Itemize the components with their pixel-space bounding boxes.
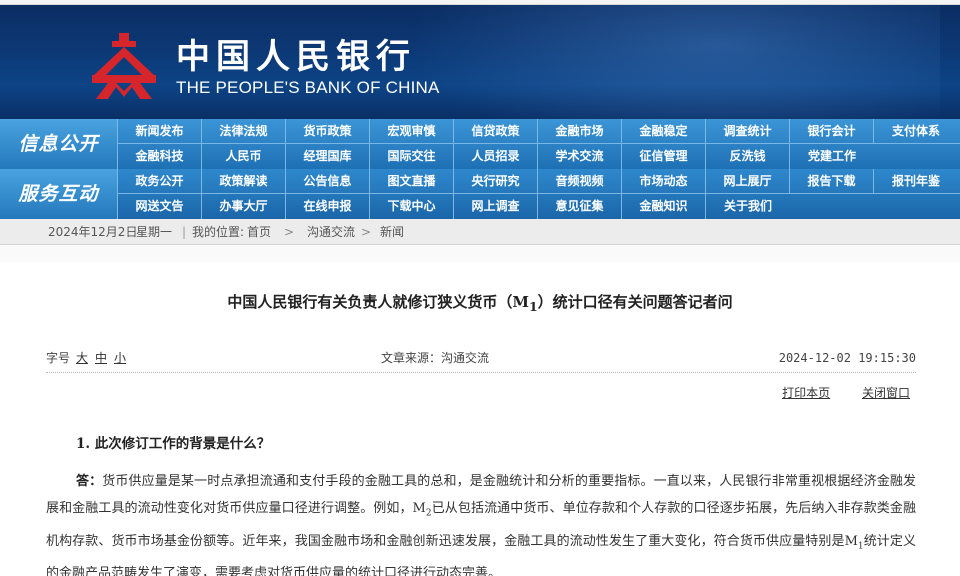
source-value: 沟通交流 [441,351,490,365]
main-nav: 信息公开 新闻发布 法律法规 货币政策 宏观审慎 信贷政策 金融市场 金融稳定 … [0,119,960,219]
nav-item[interactable]: 征信管理 [622,144,706,169]
breadcrumb-news[interactable]: 新闻 [380,219,404,245]
breadcrumb-home[interactable]: 首页 [247,219,271,245]
article: 中国人民银行有关负责人就修订狭义货币（M1）统计口径有关问题答记者问 字号 大 … [30,262,930,576]
nav-item[interactable]: 银行会计 [790,119,874,144]
nav-item[interactable]: 下载中心 [370,194,454,219]
nav-item[interactable]: 支付体系 [874,119,958,144]
nav-item[interactable]: 经理国库 [286,144,370,169]
breadcrumb-communication[interactable]: 沟通交流 [307,219,355,245]
nav-row: 金融科技 人民币 经理国库 国际交往 人员招录 学术交流 征信管理 反洗钱 党建… [118,144,960,169]
font-size-large[interactable]: 大 [76,348,88,368]
pboc-logo-icon [92,33,156,99]
nav-item[interactable]: 信贷政策 [454,119,538,144]
question-heading: 1. 此次修订工作的背景是什么？ [76,436,271,452]
nav-row: 政务公开 政策解读 公告信息 图文直播 央行研究 音频视频 市场动态 网上展厅 … [118,169,960,194]
nav-group-info: 信息公开 新闻发布 法律法规 货币政策 宏观审慎 信贷政策 金融市场 金融稳定 … [0,119,960,169]
nav-item[interactable]: 金融市场 [538,119,622,144]
nav-item[interactable]: 关于我们 [706,194,790,219]
nav-item[interactable]: 学术交流 [538,144,622,169]
nav-item[interactable]: 新闻发布 [118,119,202,144]
title-text: 中国人民银行有关负责人就修订狭义货币（M [227,293,529,311]
nav-item[interactable]: 办事大厅 [202,194,286,219]
breadcrumb: 2024年12月2日 星期一 | 我的位置: 首页 > 沟通交流 > 新闻 [0,219,960,245]
nav-item[interactable]: 在线申报 [286,194,370,219]
nav-item[interactable]: 网上调查 [454,194,538,219]
nav-item[interactable]: 货币政策 [286,119,370,144]
nav-item[interactable]: 党建工作 [790,144,874,169]
chevron-right-icon: > [361,225,372,239]
article-title: 中国人民银行有关负责人就修订狭义货币（M1）统计口径有关问题答记者问 [30,292,930,317]
source-label: 文章来源： [381,351,442,365]
font-size-label: 字号 [46,351,71,365]
nav-item[interactable]: 政策解读 [202,169,286,194]
nav-item[interactable]: 报告下载 [790,169,874,194]
title-text: ）统计口径有关问题答记者问 [537,293,733,311]
breadcrumb-separator: | [182,225,187,239]
nav-item[interactable]: 宏观审慎 [370,119,454,144]
current-weekday: 星期一 [136,225,173,239]
nav-item[interactable]: 网上展厅 [706,169,790,194]
nav-item[interactable]: 意见征集 [538,194,622,219]
font-size-small[interactable]: 小 [114,348,126,368]
banner-glow [380,5,940,119]
nav-item[interactable]: 人员招录 [454,144,538,169]
location-label: 我的位置: [192,225,245,239]
article-actions: 打印本页 关闭窗口 [754,384,910,402]
nav-item[interactable]: 网送文告 [118,194,202,219]
print-button[interactable]: 打印本页 [782,386,830,400]
nav-item[interactable]: 政务公开 [118,169,202,194]
close-window-button[interactable]: 关闭窗口 [862,386,910,400]
nav-item[interactable]: 金融知识 [622,194,706,219]
answer-paragraph: 答：货币供应量是某一时点承担流通和支付手段的金融工具的总和，是金融统计和分析的重… [46,468,916,576]
nav-row: 新闻发布 法律法规 货币政策 宏观审慎 信贷政策 金融市场 金融稳定 调查统计 … [118,119,960,144]
nav-item[interactable]: 公告信息 [286,169,370,194]
meta-divider [46,372,916,373]
nav-item[interactable]: 法律法规 [202,119,286,144]
nav-row: 网送文告 办事大厅 在线申报 下载中心 网上调查 意见征集 金融知识 关于我们 [118,194,960,219]
publish-timestamp: 2024-12-02 19:15:30 [778,351,916,365]
title-subscript: 1 [528,299,538,314]
nav-item[interactable]: 市场动态 [622,169,706,194]
site-name-cn: 中国人民银行 [176,37,416,77]
font-size-medium[interactable]: 中 [95,348,107,368]
nav-group-label: 信息公开 [0,119,118,169]
nav-group-service: 服务互动 政务公开 政策解读 公告信息 图文直播 央行研究 音频视频 市场动态 … [0,169,960,219]
nav-item[interactable]: 金融科技 [118,144,202,169]
site-banner: 中国人民银行 THE PEOPLE'S BANK OF CHINA [0,5,960,119]
nav-item[interactable]: 报刊年鉴 [874,169,958,194]
nav-item[interactable]: 金融稳定 [622,119,706,144]
current-date: 2024年12月2日 [48,225,138,239]
nav-item[interactable]: 国际交往 [370,144,454,169]
nav-item[interactable]: 人民币 [202,144,286,169]
article-meta: 字号 大 中 小 文章来源： 沟通交流 2024-12-02 19:15:30 [46,348,916,368]
nav-item[interactable]: 调查统计 [706,119,790,144]
nav-item[interactable]: 图文直播 [370,169,454,194]
nav-item[interactable]: 央行研究 [454,169,538,194]
site-name-en: THE PEOPLE'S BANK OF CHINA [176,78,440,97]
chevron-right-icon: > [284,225,295,239]
answer-label: 答： [76,474,103,489]
nav-item[interactable]: 音频视频 [538,169,622,194]
content-gap [0,246,960,262]
nav-item[interactable]: 反洗钱 [706,144,790,169]
nav-group-label: 服务互动 [0,169,118,219]
